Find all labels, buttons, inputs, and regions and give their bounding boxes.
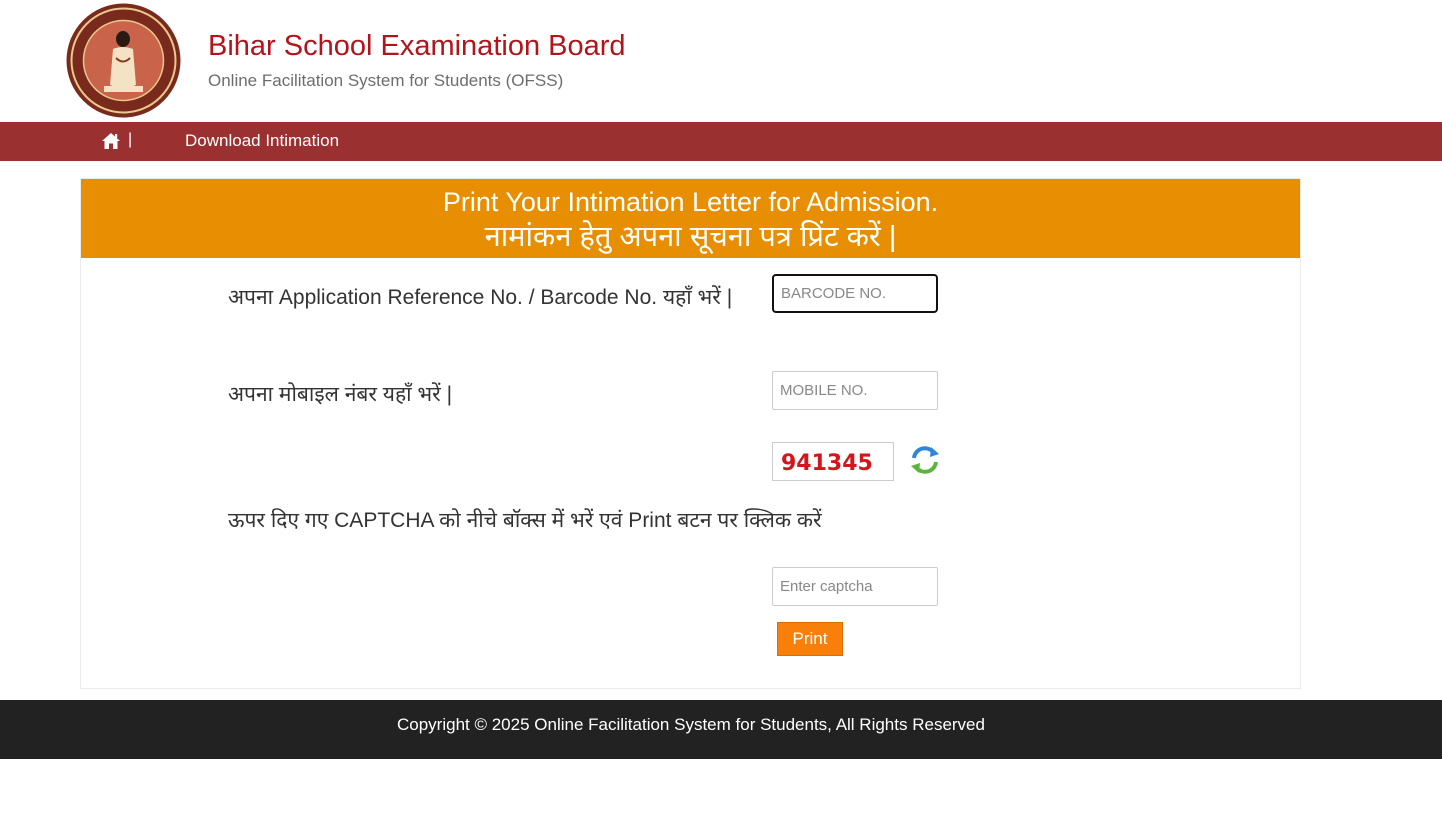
- intimation-panel: Print Your Intimation Letter for Admissi…: [80, 178, 1301, 689]
- site-title: Bihar School Examination Board: [208, 30, 626, 62]
- panel-heading-hindi: नामांकन हेतु अपना सूचना पत्र प्रिंट करें…: [484, 221, 897, 253]
- captcha-input[interactable]: [772, 567, 938, 606]
- home-icon[interactable]: [101, 132, 121, 150]
- site-footer: Copyright © 2025 Online Facilitation Sys…: [0, 700, 1442, 759]
- print-button[interactable]: Print: [777, 622, 843, 656]
- refresh-icon[interactable]: [909, 444, 941, 476]
- captcha-image: 941345: [772, 442, 894, 481]
- barcode-label: अपना Application Reference No. / Barcode…: [228, 286, 733, 309]
- captcha-instruction: ऊपर दिए गए CAPTCHA को नीचे बॉक्स में भरे…: [228, 509, 822, 532]
- bseb-emblem-logo: [66, 3, 181, 118]
- nav-separator: |: [128, 131, 133, 148]
- site-header: Bihar School Examination Board Online Fa…: [0, 0, 1442, 122]
- site-subtitle: Online Facilitation System for Students …: [208, 71, 564, 90]
- mobile-input[interactable]: [772, 371, 938, 410]
- nav-link-download-intimation[interactable]: Download Intimation: [185, 131, 339, 151]
- copyright-text: Copyright © 2025 Online Facilitation Sys…: [397, 715, 985, 734]
- barcode-input[interactable]: [772, 274, 938, 313]
- panel-heading: Print Your Intimation Letter for Admissi…: [81, 179, 1300, 258]
- panel-heading-english: Print Your Intimation Letter for Admissi…: [442, 187, 939, 217]
- captcha-code: 941345: [781, 451, 873, 476]
- mobile-label: अपना मोबाइल नंबर यहाँ भरें |: [228, 383, 453, 406]
- main-navbar: | Download Intimation: [0, 122, 1442, 161]
